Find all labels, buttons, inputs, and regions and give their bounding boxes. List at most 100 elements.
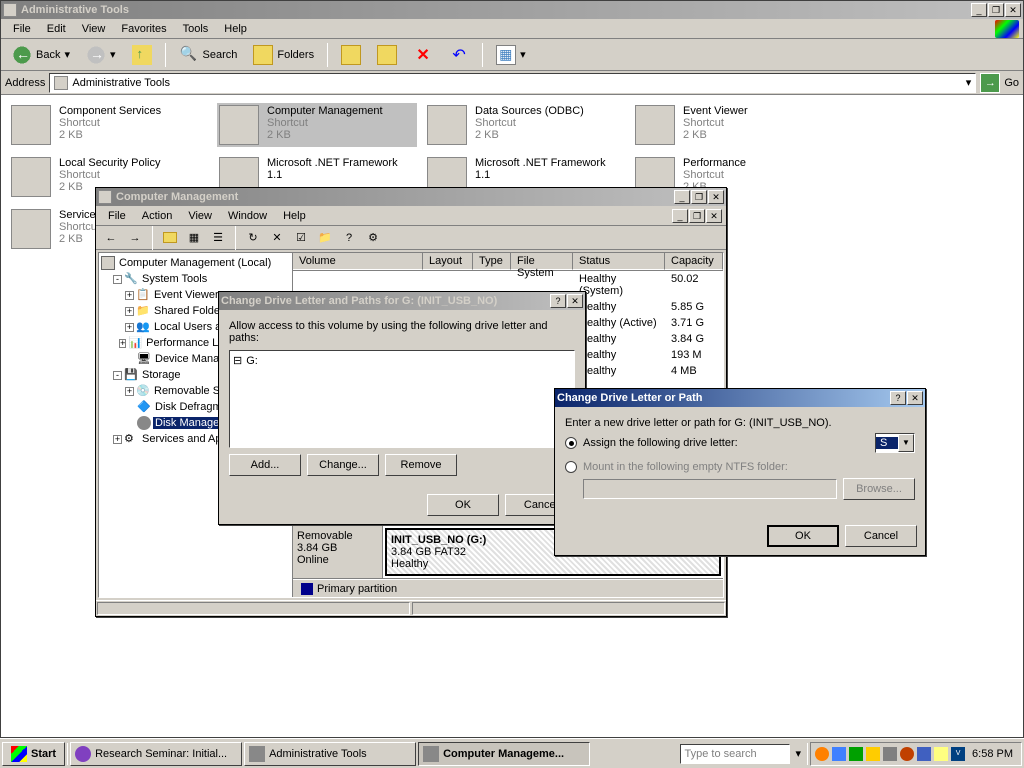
back-button[interactable]: Back▾ bbox=[5, 41, 77, 69]
menu-tools[interactable]: Tools bbox=[175, 21, 217, 37]
tray-icon[interactable] bbox=[883, 747, 897, 761]
undo-button[interactable]: ↶ bbox=[442, 41, 476, 69]
radio-icon[interactable] bbox=[565, 461, 577, 473]
address-input[interactable]: Administrative Tools ▾ bbox=[49, 73, 976, 93]
task-computer-management[interactable]: Computer Manageme... bbox=[418, 742, 590, 766]
mmc-titlebar[interactable]: Computer Management _ ❐ ✕ bbox=[96, 188, 726, 206]
back-button[interactable]: ← bbox=[100, 228, 122, 248]
close-button[interactable]: ✕ bbox=[907, 391, 923, 405]
col-capacity[interactable]: Capacity bbox=[665, 253, 723, 270]
volume-icon[interactable] bbox=[934, 747, 948, 761]
expand-icon[interactable]: + bbox=[125, 387, 134, 396]
help-button[interactable]: ? bbox=[550, 294, 566, 308]
ok-button[interactable]: OK bbox=[427, 494, 499, 516]
remove-button[interactable]: Remove bbox=[385, 454, 457, 476]
menu-view[interactable]: View bbox=[180, 208, 220, 224]
close-button[interactable]: ✕ bbox=[567, 294, 583, 308]
address-dropdown-icon[interactable]: ▾ bbox=[966, 76, 972, 89]
folders-button[interactable]: Folders bbox=[246, 41, 321, 69]
forward-button[interactable]: ▾ bbox=[79, 41, 123, 69]
help-button[interactable]: ? bbox=[338, 228, 360, 248]
menu-file[interactable]: File bbox=[100, 208, 134, 224]
close-button[interactable]: ✕ bbox=[1005, 3, 1021, 17]
drive-paths-listbox[interactable]: ⊟ G: bbox=[229, 350, 575, 448]
expand-icon[interactable]: + bbox=[113, 435, 122, 444]
views-button[interactable]: ▾ bbox=[489, 41, 533, 69]
col-layout[interactable]: Layout bbox=[423, 253, 473, 270]
collapse-icon[interactable]: - bbox=[113, 371, 122, 380]
menu-edit[interactable]: Edit bbox=[39, 21, 74, 37]
ok-button[interactable]: OK bbox=[767, 525, 839, 547]
item-event-viewer[interactable]: Event ViewerShortcut2 KB bbox=[633, 103, 833, 147]
settings-button[interactable]: ⚙ bbox=[362, 228, 384, 248]
show-hide-button[interactable]: ▦ bbox=[183, 228, 205, 248]
col-filesystem[interactable]: File System bbox=[511, 253, 573, 270]
list-item[interactable]: ⊟ G: bbox=[232, 353, 572, 368]
tray-icon[interactable] bbox=[832, 747, 846, 761]
tray-icon[interactable] bbox=[900, 747, 914, 761]
forward-button[interactable]: → bbox=[124, 228, 146, 248]
move-to-button[interactable] bbox=[334, 41, 368, 69]
expand-icon[interactable]: + bbox=[125, 291, 134, 300]
start-button[interactable]: Start bbox=[2, 742, 65, 766]
drive-letter-dropdown[interactable]: S ▼ bbox=[875, 433, 915, 453]
child-minimize-button[interactable]: _ bbox=[672, 209, 688, 223]
add-button[interactable]: Add... bbox=[229, 454, 301, 476]
child-restore-button[interactable]: ❐ bbox=[689, 209, 705, 223]
item-data-sources[interactable]: Data Sources (ODBC)Shortcut2 KB bbox=[425, 103, 625, 147]
up-button[interactable] bbox=[159, 228, 181, 248]
tray-icon[interactable] bbox=[866, 747, 880, 761]
collapse-icon[interactable]: - bbox=[113, 275, 122, 284]
refresh-button[interactable]: ↻ bbox=[242, 228, 264, 248]
expand-icon[interactable]: + bbox=[125, 323, 134, 332]
tray-icon[interactable] bbox=[917, 747, 931, 761]
child-close-button[interactable]: ✕ bbox=[706, 209, 722, 223]
tree-root[interactable]: Computer Management (Local) bbox=[101, 255, 290, 271]
dialog1-titlebar[interactable]: Change Drive Letter and Paths for G: (IN… bbox=[219, 292, 585, 310]
menu-help[interactable]: Help bbox=[275, 208, 314, 224]
minimize-button[interactable]: _ bbox=[674, 190, 690, 204]
tree-system-tools[interactable]: -🔧System Tools bbox=[101, 271, 290, 287]
menu-file[interactable]: File bbox=[5, 21, 39, 37]
expand-icon[interactable]: + bbox=[125, 307, 134, 316]
export-button[interactable]: 📁 bbox=[314, 228, 336, 248]
task-research-seminar[interactable]: Research Seminar: Initial... bbox=[70, 742, 242, 766]
col-volume[interactable]: Volume bbox=[293, 253, 423, 270]
col-status[interactable]: Status bbox=[573, 253, 665, 270]
item-component-services[interactable]: Component ServicesShortcut2 KB bbox=[9, 103, 209, 147]
task-admin-tools[interactable]: Administrative Tools bbox=[244, 742, 416, 766]
properties-button[interactable]: ☰ bbox=[207, 228, 229, 248]
tray-icon[interactable] bbox=[849, 747, 863, 761]
delete-button[interactable]: ✕ bbox=[266, 228, 288, 248]
tray-icon[interactable] bbox=[815, 747, 829, 761]
vnc-icon[interactable]: V bbox=[951, 747, 965, 761]
search-dropdown-icon[interactable]: ▾ bbox=[792, 747, 806, 760]
maximize-button[interactable]: ❐ bbox=[691, 190, 707, 204]
radio-icon[interactable] bbox=[565, 437, 577, 449]
menu-window[interactable]: Window bbox=[220, 208, 275, 224]
col-type[interactable]: Type bbox=[473, 253, 511, 270]
delete-button[interactable]: ✕ bbox=[406, 41, 440, 69]
help-button[interactable]: ? bbox=[890, 391, 906, 405]
search-button[interactable]: Search bbox=[172, 41, 245, 69]
close-button[interactable]: ✕ bbox=[708, 190, 724, 204]
change-button[interactable]: Change... bbox=[307, 454, 379, 476]
radio-assign-letter[interactable]: Assign the following drive letter: S ▼ bbox=[565, 433, 915, 453]
copy-to-button[interactable] bbox=[370, 41, 404, 69]
clock[interactable]: 6:58 PM bbox=[968, 748, 1017, 760]
radio-mount-folder[interactable]: Mount in the following empty NTFS folder… bbox=[565, 461, 915, 473]
up-button[interactable] bbox=[125, 41, 159, 69]
props-button[interactable]: ☑ bbox=[290, 228, 312, 248]
menu-help[interactable]: Help bbox=[216, 21, 255, 37]
item-computer-management[interactable]: Computer ManagementShortcut2 KB bbox=[217, 103, 417, 147]
cancel-button[interactable]: Cancel bbox=[845, 525, 917, 547]
expand-icon[interactable]: + bbox=[119, 339, 126, 348]
menu-action[interactable]: Action bbox=[134, 208, 181, 224]
maximize-button[interactable]: ❐ bbox=[988, 3, 1004, 17]
explorer-titlebar[interactable]: Administrative Tools _ ❐ ✕ bbox=[1, 1, 1023, 19]
go-button[interactable]: → bbox=[980, 73, 1000, 93]
menu-view[interactable]: View bbox=[74, 21, 114, 37]
minimize-button[interactable]: _ bbox=[971, 3, 987, 17]
chevron-down-icon[interactable]: ▼ bbox=[898, 434, 914, 452]
dialog2-titlebar[interactable]: Change Drive Letter or Path ? ✕ bbox=[555, 389, 925, 407]
